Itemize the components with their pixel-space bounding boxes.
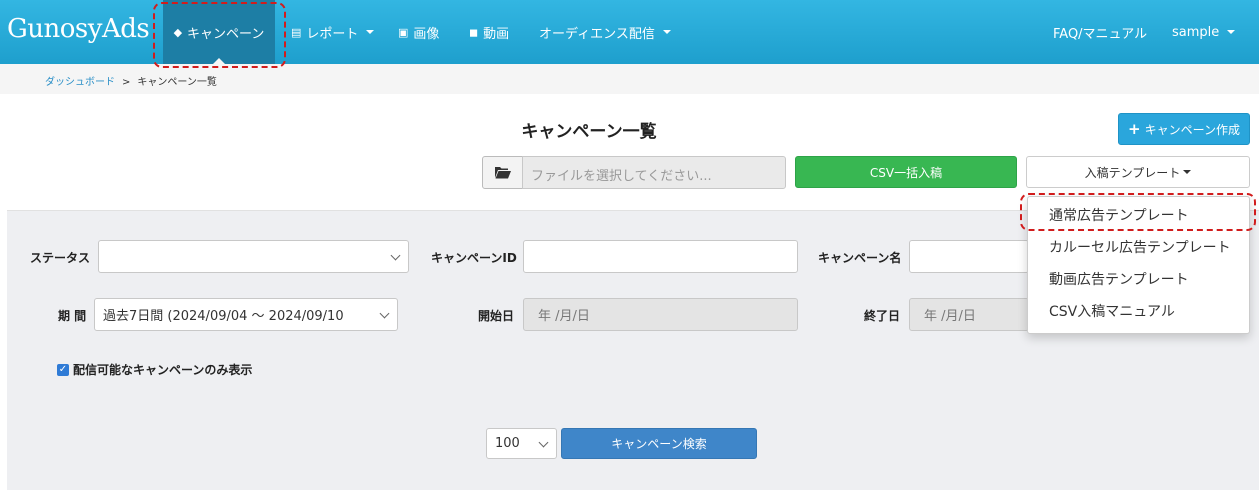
folder-open-icon bbox=[494, 167, 511, 179]
csv-bulk-upload-button[interactable]: CSV一括入稿 bbox=[795, 156, 1017, 188]
video-camera-icon: ◼ bbox=[469, 25, 479, 39]
chevron-down-icon bbox=[379, 308, 390, 318]
start-date-input[interactable]: 年 /月/日 bbox=[523, 298, 798, 331]
tag-icon: ◆ bbox=[173, 25, 183, 39]
nav-campaign-label: キャンペーン bbox=[187, 26, 265, 42]
nav-faq[interactable]: FAQ/マニュアル bbox=[1053, 0, 1147, 64]
menu-item-standard-template[interactable]: 通常広告テンプレート bbox=[1049, 205, 1189, 225]
list-icon: ▤ bbox=[291, 25, 302, 39]
end-date-placeholder: 年 /月/日 bbox=[924, 309, 976, 324]
campaign-id-input[interactable] bbox=[523, 240, 798, 273]
nav-video-label: 動画 bbox=[483, 26, 510, 42]
brand-logo[interactable]: GunosyAds bbox=[7, 14, 150, 44]
per-page-select[interactable]: 100 bbox=[486, 428, 557, 459]
chevron-down-icon bbox=[390, 250, 401, 260]
nav-report-label: レポート bbox=[306, 26, 359, 42]
image-icon: ▣ bbox=[398, 25, 409, 39]
file-browse-button[interactable] bbox=[482, 156, 523, 189]
nav-image[interactable]: ▣ 画像 bbox=[398, 0, 439, 64]
upload-template-dropdown-button[interactable]: 入稿テンプレート bbox=[1026, 156, 1250, 188]
campaign-id-label: キャンペーンID bbox=[431, 251, 517, 265]
nav-image-label: 画像 bbox=[413, 26, 440, 42]
plus-icon: + bbox=[1128, 120, 1141, 138]
nav-faq-label: FAQ/マニュアル bbox=[1053, 26, 1148, 42]
nav-video[interactable]: ◼ 動画 bbox=[469, 0, 509, 64]
caret-down-icon bbox=[1227, 30, 1236, 34]
campaign-name-input[interactable] bbox=[909, 240, 1029, 273]
breadcrumb-current: キャンペーン一覧 bbox=[137, 77, 217, 88]
file-name-input[interactable]: ファイルを選択してください... bbox=[522, 156, 786, 189]
menu-item-csv-manual[interactable]: CSV入稿マニュアル bbox=[1049, 301, 1175, 321]
create-campaign-button[interactable]: + キャンペーン作成 bbox=[1118, 113, 1250, 145]
nav-report[interactable]: ▤ レポート bbox=[291, 0, 375, 64]
campaign-name-label: キャンペーン名 bbox=[818, 251, 902, 265]
upload-template-label: 入稿テンプレート bbox=[1084, 165, 1181, 180]
create-campaign-label: キャンペーン作成 bbox=[1144, 122, 1240, 137]
status-select[interactable] bbox=[98, 240, 409, 273]
menu-item-video-template[interactable]: 動画広告テンプレート bbox=[1049, 269, 1189, 289]
nav-audience[interactable]: オーディエンス配信 bbox=[539, 0, 671, 64]
period-select-value: 過去7日間 (2024/09/04 〜 2024/09/10 bbox=[103, 309, 344, 324]
nav-user-label: sample bbox=[1172, 24, 1220, 40]
period-label: 期 間 bbox=[58, 309, 87, 323]
chevron-down-icon bbox=[538, 437, 549, 447]
per-page-value: 100 bbox=[495, 436, 520, 451]
end-date-input[interactable]: 年 /月/日 bbox=[909, 298, 1029, 331]
caret-down-icon bbox=[1183, 170, 1192, 174]
nav-campaign[interactable]: ◆ キャンペーン bbox=[163, 0, 275, 64]
caret-down-icon bbox=[662, 30, 671, 34]
status-label: ステータス bbox=[30, 251, 91, 265]
deliverable-only-filter: ✓ 配信可能なキャンペーンのみ表示 bbox=[57, 361, 252, 378]
start-date-placeholder: 年 /月/日 bbox=[538, 309, 590, 324]
breadcrumb: ダッシュボード > キャンペーン一覧 bbox=[45, 73, 217, 88]
nav-audience-label: オーディエンス配信 bbox=[539, 26, 655, 42]
start-date-label: 開始日 bbox=[478, 309, 515, 323]
breadcrumb-separator: > bbox=[122, 77, 131, 88]
deliverable-only-label[interactable]: 配信可能なキャンペーンのみ表示 bbox=[73, 361, 252, 378]
deliverable-only-checkbox[interactable]: ✓ bbox=[57, 363, 69, 376]
caret-down-icon bbox=[366, 30, 375, 34]
end-date-label: 終了日 bbox=[864, 309, 901, 323]
nav-user-menu[interactable]: sample bbox=[1172, 0, 1236, 64]
breadcrumb-dashboard-link[interactable]: ダッシュボード bbox=[45, 77, 115, 88]
campaign-search-button[interactable]: キャンペーン検索 bbox=[561, 428, 757, 459]
menu-item-carousel-template[interactable]: カルーセル広告テンプレート bbox=[1049, 237, 1231, 257]
upload-template-menu: 通常広告テンプレート カルーセル広告テンプレート 動画広告テンプレート CSV入… bbox=[1027, 196, 1250, 334]
page-title: キャンペーン一覧 bbox=[521, 122, 657, 142]
period-select[interactable]: 過去7日間 (2024/09/04 〜 2024/09/10 bbox=[94, 298, 398, 331]
top-navbar: GunosyAds ◆ キャンペーン ▤ レポート ▣ 画像 ◼ 動画 オーディ… bbox=[0, 0, 1259, 64]
